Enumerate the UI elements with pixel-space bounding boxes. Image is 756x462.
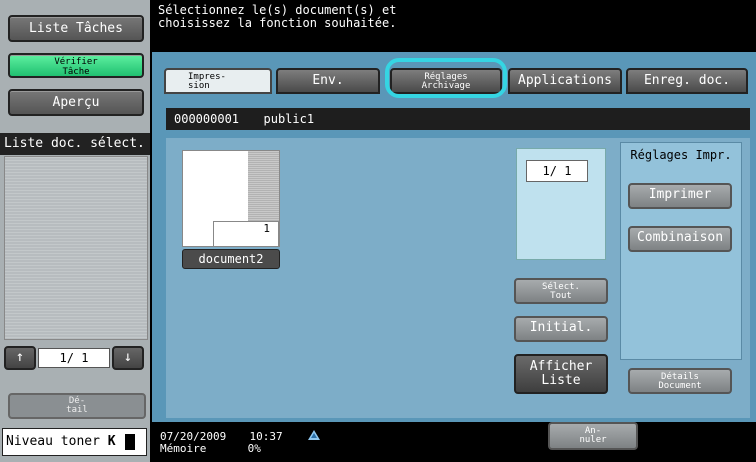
arrow-up-icon: ↑ xyxy=(15,349,25,365)
sidebar-page-indicator: 1/ 1 xyxy=(38,348,110,368)
tab-send[interactable]: Env. xyxy=(276,68,380,94)
toner-bar-icon xyxy=(125,433,136,450)
box-info-bar: 000000001 public1 xyxy=(166,108,750,130)
tab-print[interactable]: Impres- sion xyxy=(164,68,272,94)
combine-button[interactable]: Combinaison xyxy=(628,226,732,252)
doc-details-label: Détails Document xyxy=(658,372,702,391)
select-all-label: Sélect. Tout xyxy=(542,282,580,301)
print-button[interactable]: Imprimer xyxy=(628,183,732,209)
status-text: 07/20/2009 10:37 Mémoire 0% xyxy=(160,431,300,455)
cancel-label: An- nuler xyxy=(579,426,607,445)
toner-label: Niveau toner xyxy=(6,434,100,449)
arrow-down-icon: ↓ xyxy=(123,349,133,365)
show-list-label: Afficher Liste xyxy=(529,359,593,388)
detail-button[interactable]: Dé- tail xyxy=(8,393,146,419)
instruction-header: Sélectionnez le(s) document(s) et choisi… xyxy=(152,0,756,52)
doc-details-button[interactable]: Détails Document xyxy=(628,368,732,394)
show-list-button[interactable]: Afficher Liste xyxy=(514,354,608,394)
network-status-icon xyxy=(307,426,321,440)
preview-button[interactable]: Aperçu xyxy=(8,89,144,116)
selected-docs-header: Liste doc. sélect. xyxy=(0,133,150,155)
tab-print-label: Impres- sion xyxy=(188,72,226,91)
tab-save-doc[interactable]: Enreg. doc. xyxy=(626,68,748,94)
page-up-button[interactable]: ↑ xyxy=(4,346,36,370)
check-job-button[interactable]: Vérifier Tâche xyxy=(8,53,144,78)
box-number: 000000001 xyxy=(174,112,240,126)
page-count: 1/ 1 xyxy=(526,160,588,182)
print-settings-title: Réglages Impr. xyxy=(630,148,732,162)
cancel-button[interactable]: An- nuler xyxy=(548,422,638,450)
task-list-button[interactable]: Liste Tâches xyxy=(8,15,144,42)
page-down-button[interactable]: ↓ xyxy=(112,346,144,370)
toner-level: Niveau toner K xyxy=(2,428,147,456)
thumbnail-number: 1 xyxy=(213,221,279,247)
select-all-button[interactable]: Sélect. Tout xyxy=(514,278,608,304)
reset-button[interactable]: Initial. xyxy=(514,316,608,342)
tab-highlight-ring xyxy=(385,58,507,98)
tab-applications[interactable]: Applications xyxy=(508,68,622,94)
document-name-label[interactable]: document2 xyxy=(182,249,280,269)
toner-color: K xyxy=(107,434,116,449)
instruction-line-2: choisissez la fonction souhaitée. xyxy=(158,16,397,30)
memory-value: 0% xyxy=(247,442,261,455)
selected-docs-list[interactable] xyxy=(4,156,148,340)
detail-label: Dé- tail xyxy=(66,396,88,415)
check-job-label: Vérifier Tâche xyxy=(54,57,98,77)
memory-label: Mémoire xyxy=(160,442,207,455)
box-name: public1 xyxy=(263,112,315,126)
